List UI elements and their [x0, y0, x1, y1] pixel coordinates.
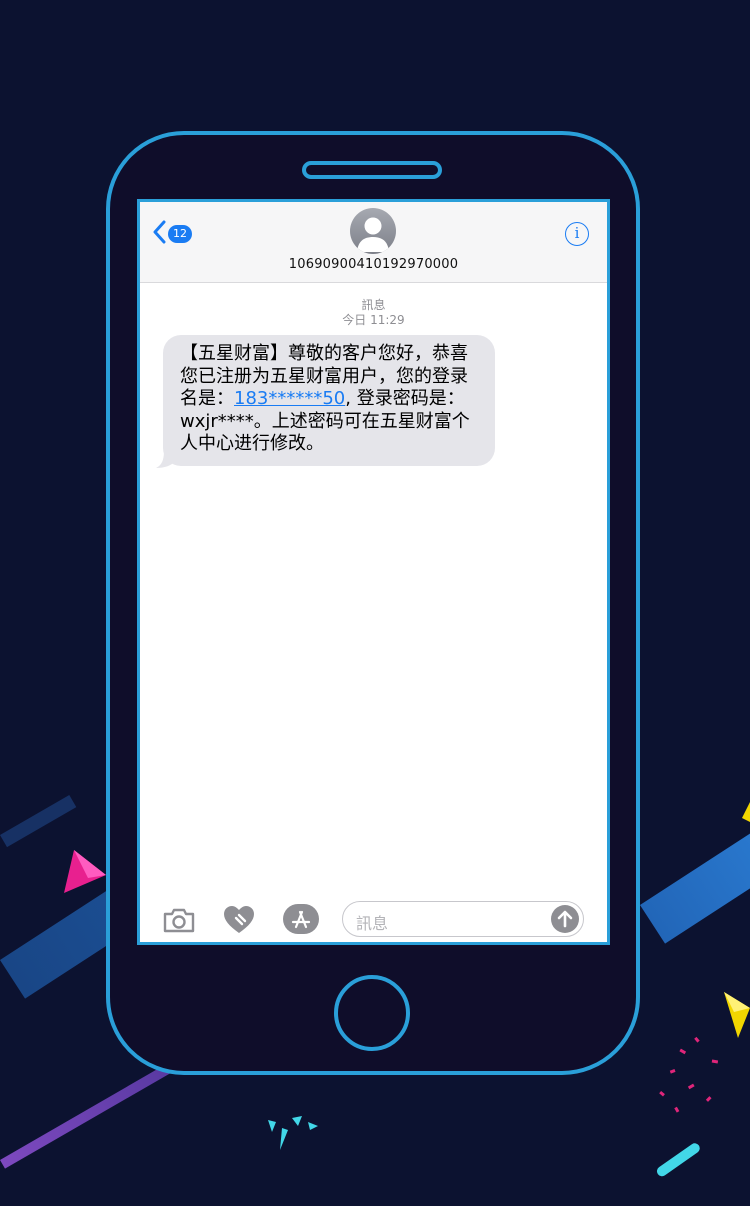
background-stripe [640, 823, 750, 944]
message-input[interactable]: 訊息 [342, 901, 584, 937]
decorative-confetti [268, 1116, 318, 1150]
app-store-icon[interactable] [282, 903, 320, 939]
back-button[interactable]: 12 [152, 220, 192, 248]
decorative-dash [655, 1141, 702, 1179]
message-input-placeholder: 訊息 [356, 914, 389, 933]
send-button[interactable] [551, 905, 579, 933]
background-stripe [0, 795, 77, 848]
person-icon [357, 217, 389, 252]
digital-touch-icon[interactable] [222, 904, 256, 940]
home-button[interactable] [334, 975, 410, 1051]
compose-toolbar: 訊息 [140, 892, 607, 942]
decorative-shape [742, 802, 750, 822]
chevron-left-icon [152, 220, 166, 248]
camera-icon[interactable] [162, 906, 196, 938]
contact-avatar[interactable] [350, 208, 396, 254]
phone-number-link[interactable]: 183******50 [234, 388, 345, 409]
decorative-confetti [659, 1036, 719, 1113]
info-icon: i [574, 224, 580, 242]
send-arrow-icon [557, 910, 573, 928]
contact-number[interactable]: 10690900410192970000 [140, 257, 607, 272]
message-timestamp: 今日 11:29 [342, 313, 405, 327]
phone-speaker [302, 161, 442, 179]
decorative-shape [64, 850, 106, 893]
conversation-header: 12 10690900410192970000 i [140, 202, 607, 283]
incoming-message-bubble[interactable]: 【五星财富】尊敬的客户您好，恭喜您已注册为五星财富用户，您的登录名是：183**… [163, 335, 495, 466]
info-button[interactable]: i [565, 222, 589, 246]
unread-count-badge: 12 [168, 225, 192, 243]
messages-screen: 12 10690900410192970000 i 訊息 今日 11:29 【五… [137, 199, 610, 945]
